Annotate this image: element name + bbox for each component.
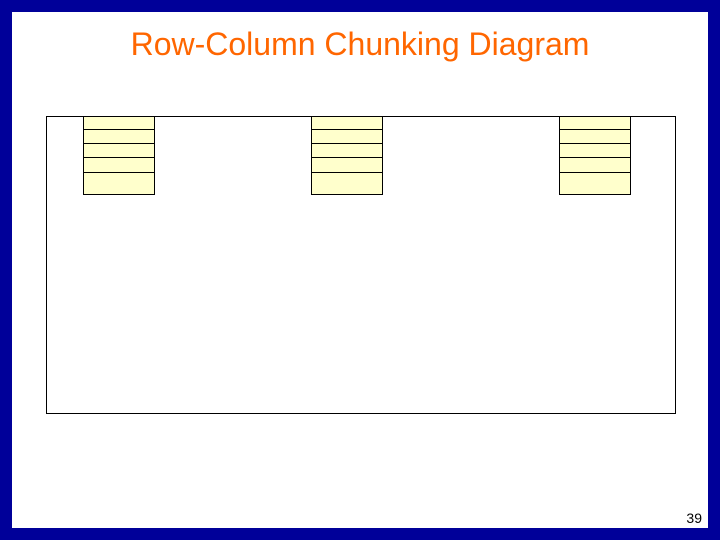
diagram-frame: [46, 116, 676, 414]
slide-title: Row-Column Chunking Diagram: [12, 26, 708, 63]
cell: [311, 130, 383, 144]
column-stack: [311, 116, 383, 195]
cell: [311, 116, 383, 130]
cell: [83, 158, 155, 173]
cell: [83, 116, 155, 130]
cell: [559, 173, 631, 195]
column-stack: [83, 116, 155, 195]
slide-frame: Row-Column Chunking Diagram 39: [0, 0, 720, 540]
column-stack: [559, 116, 631, 195]
cell: [311, 144, 383, 158]
cell: [83, 173, 155, 195]
cell: [559, 144, 631, 158]
cell: [559, 158, 631, 173]
cell: [559, 116, 631, 130]
page-number: 39: [686, 510, 702, 526]
cell: [83, 144, 155, 158]
cell: [311, 173, 383, 195]
cell: [83, 130, 155, 144]
cell: [559, 130, 631, 144]
cell: [311, 158, 383, 173]
